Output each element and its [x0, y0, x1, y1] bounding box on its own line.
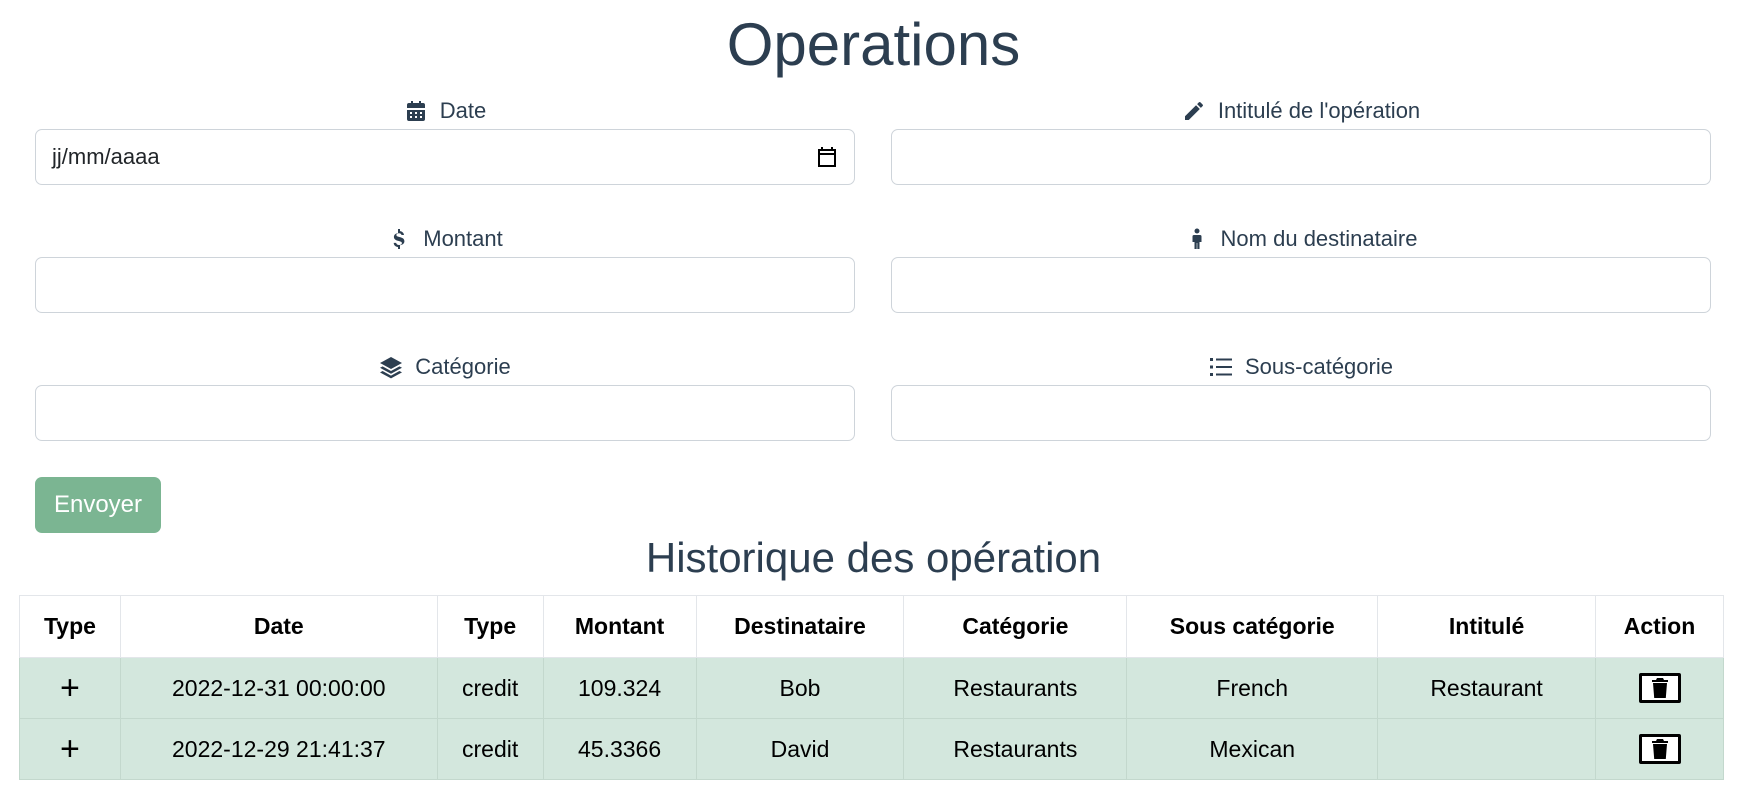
history-table: Type Date Type Montant Destinataire Caté…: [19, 595, 1724, 780]
header-destinataire: Destinataire: [695, 595, 905, 658]
header-date: Date: [119, 595, 438, 658]
row-type: credit: [436, 657, 544, 719]
calendar-picker-icon[interactable]: [816, 145, 838, 169]
header-intitule: Intitulé: [1377, 595, 1597, 658]
person-icon: [1192, 228, 1202, 249]
envoyer-button[interactable]: Envoyer: [35, 477, 161, 533]
date-placeholder: jj/mm/aaaa: [52, 144, 160, 169]
trash-icon: [1651, 738, 1668, 759]
list-icon: [1210, 358, 1232, 376]
montant-label-text: Montant: [423, 226, 503, 251]
intitule-label: Intitulé de l'opération: [891, 96, 1711, 126]
sous-categorie-label-text: Sous-catégorie: [1245, 354, 1393, 379]
row-sign: +: [19, 718, 121, 780]
page-title: Operations: [726, 11, 1021, 78]
destinataire-field[interactable]: [891, 257, 1711, 313]
row-sous-categorie: Mexican: [1126, 718, 1379, 780]
row-type: credit: [436, 718, 544, 780]
categorie-label-text: Catégorie: [415, 354, 511, 379]
header-type: Type: [19, 595, 121, 658]
header-montant: Montant: [542, 595, 697, 658]
delete-button[interactable]: [1638, 672, 1681, 703]
categorie-label: Catégorie: [35, 352, 855, 382]
date-label: Date: [35, 96, 855, 126]
destinataire-label-text: Nom du destinataire: [1220, 226, 1418, 251]
header-action: Action: [1595, 595, 1724, 658]
sous-categorie-field[interactable]: [891, 385, 1711, 441]
intitule-field[interactable]: [891, 129, 1711, 185]
row-montant: 45.3366: [542, 718, 697, 780]
row-categorie: Restaurants: [903, 657, 1128, 719]
table-header-row: Type Date Type Montant Destinataire Caté…: [19, 595, 1724, 658]
intitule-label-text: Intitulé de l'opération: [1217, 98, 1421, 123]
header-categorie: Catégorie: [903, 595, 1128, 658]
categorie-field[interactable]: [35, 385, 855, 441]
row-destinataire: Bob: [695, 657, 905, 719]
header-sous-categorie: Sous catégorie: [1126, 595, 1379, 658]
sous-categorie-label: Sous-catégorie: [891, 352, 1711, 382]
row-categorie: Restaurants: [903, 718, 1128, 780]
date-label-text: Date: [439, 98, 487, 123]
row-montant: 109.324: [542, 657, 697, 719]
montant-field[interactable]: [35, 257, 855, 313]
row-destinataire: David: [695, 718, 905, 780]
date-field[interactable]: jj/mm/aaaa: [35, 129, 855, 185]
layers-icon: [380, 357, 403, 379]
row-action: [1595, 718, 1724, 780]
row-date: 2022-12-31 00:00:00: [119, 657, 438, 719]
row-date: 2022-12-29 21:41:37: [119, 718, 438, 780]
table-row: + 2022-12-31 00:00:00 credit 109.324 Bob…: [19, 657, 1724, 719]
row-action: [1595, 657, 1724, 719]
trash-icon: [1651, 677, 1668, 698]
row-sous-categorie: French: [1126, 657, 1379, 719]
destinataire-label: Nom du destinataire: [891, 224, 1711, 254]
delete-button[interactable]: [1638, 733, 1681, 764]
row-intitule: [1377, 718, 1597, 780]
montant-label: Montant: [35, 224, 855, 254]
pencil-icon: [1184, 101, 1203, 120]
dollar-icon: [393, 229, 405, 249]
row-intitule: Restaurant: [1377, 657, 1597, 719]
calendar-icon: [406, 101, 425, 121]
row-sign: +: [19, 657, 121, 719]
header-type-2: Type: [436, 595, 544, 658]
table-row: + 2022-12-29 21:41:37 credit 45.3366 Dav…: [19, 718, 1724, 780]
history-title: Historique des opération: [645, 534, 1102, 581]
